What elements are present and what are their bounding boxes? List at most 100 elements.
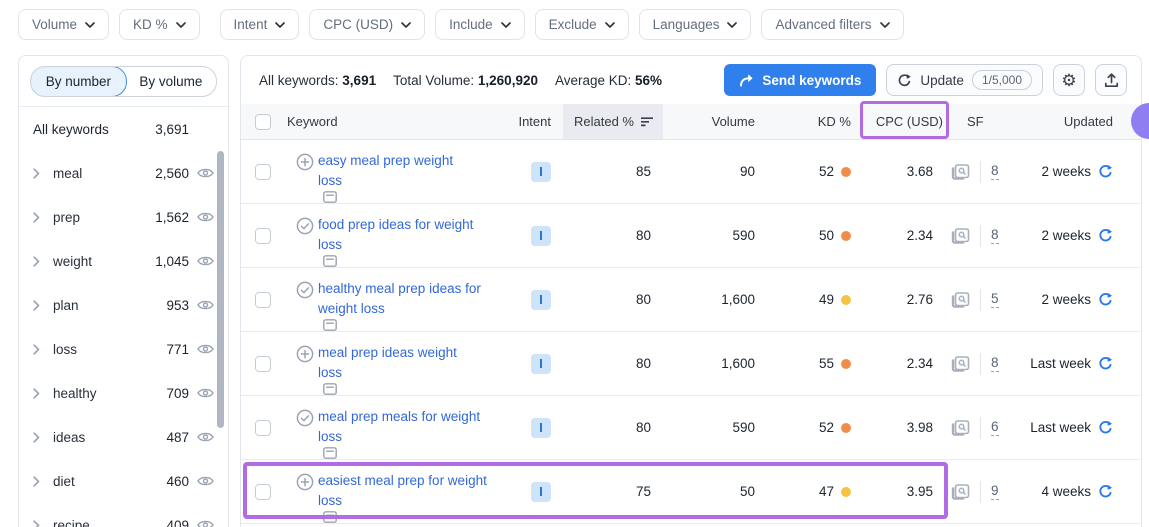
row-checkbox[interactable] [255,484,271,500]
stat-all-keywords: All keywords: 3,691 [259,73,376,88]
sidebar-group-plan[interactable]: plan953 [19,283,228,327]
header-sf[interactable]: SF [967,114,984,129]
chevron-down-icon [275,22,285,28]
row-checkbox[interactable] [255,164,271,180]
sidebar-group-weight[interactable]: weight1,045 [19,239,228,283]
serp-preview-icon[interactable] [951,163,970,180]
add-keyword-icon[interactable] [296,153,314,171]
header-keyword[interactable]: Keyword [287,114,338,129]
select-all-checkbox[interactable] [255,114,271,130]
header-kd[interactable]: KD % [818,114,851,129]
sf-count[interactable]: 8 [991,227,999,244]
send-keywords-button[interactable]: Send keywords [724,64,876,96]
filter-intent[interactable]: Intent [220,9,300,40]
sf-count[interactable]: 6 [991,419,999,436]
filter-bar: Volume KD % Intent CPC (USD) Include Exc… [18,9,904,40]
eye-icon[interactable] [197,519,214,527]
add-keyword-icon[interactable] [296,345,314,363]
related-percent-value: 75 [563,484,663,499]
intent-badge-informational[interactable]: I [531,418,551,438]
filter-exclude[interactable]: Exclude [535,9,629,40]
header-volume[interactable]: Volume [712,114,755,129]
header-intent[interactable]: Intent [518,114,551,129]
keyword-added-icon[interactable] [296,281,314,299]
serp-preview-icon[interactable] [951,227,970,244]
serp-preview-icon[interactable] [951,483,970,500]
sidebar-group-prep[interactable]: prep1,562 [19,195,228,239]
keyword-link[interactable]: food prep ideas for weight loss [318,215,473,267]
row-checkbox[interactable] [255,356,271,372]
refresh-keyword-icon[interactable] [1098,356,1113,371]
add-keyword-icon[interactable] [296,473,314,491]
keyword-link[interactable]: easy meal prep weight loss [318,151,453,203]
intent-badge-informational[interactable]: I [531,290,551,310]
sidebar-group-meal[interactable]: meal2,560 [19,151,228,195]
eye-icon[interactable] [197,387,214,399]
updated-value: Last week [1030,356,1091,371]
sf-count[interactable]: 9 [991,483,999,500]
row-checkbox[interactable] [255,420,271,436]
sidebar-scrollbar[interactable] [217,151,224,428]
keyword-link[interactable]: healthy meal prep ideas for weight loss [318,279,481,331]
refresh-keyword-icon[interactable] [1098,228,1113,243]
keyword-link[interactable]: meal prep meals for weight loss [318,407,480,459]
refresh-keyword-icon[interactable] [1098,484,1113,499]
header-related[interactable]: Related % [563,104,663,139]
eye-icon[interactable] [197,299,214,311]
filter-advanced[interactable]: Advanced filters [761,9,903,40]
serp-preview-icon[interactable] [951,291,970,308]
filter-languages[interactable]: Languages [639,9,752,40]
eye-icon[interactable] [197,167,214,179]
tab-by-volume[interactable]: By volume [126,67,216,96]
eye-icon[interactable] [197,431,214,443]
updated-value: 2 weeks [1041,292,1091,307]
filter-kd[interactable]: KD % [119,9,200,40]
sidebar-item-all-keywords[interactable]: All keywords 3,691 [19,107,228,151]
intent-badge-informational[interactable]: I [531,162,551,182]
intent-badge-informational[interactable]: I [531,482,551,502]
eye-icon[interactable] [197,211,214,223]
settings-button[interactable]: ⚙ [1053,64,1085,96]
update-button[interactable]: Update 1/5,000 [886,64,1043,96]
sidebar-group-diet[interactable]: diet460 [19,459,228,503]
sf-count[interactable]: 5 [991,291,999,308]
header-updated[interactable]: Updated [1064,114,1113,129]
refresh-keyword-icon[interactable] [1098,420,1113,435]
filter-include[interactable]: Include [435,9,525,40]
filter-cpc-label: CPC (USD) [323,17,393,32]
keyword-added-icon[interactable] [296,217,314,235]
sf-count[interactable]: 8 [991,355,999,372]
keyword-link[interactable]: easiest meal prep for weight loss [318,471,487,523]
group-count: 409 [166,518,189,527]
intent-badge-informational[interactable]: I [531,226,551,246]
refresh-keyword-icon[interactable] [1098,164,1113,179]
refresh-keyword-icon[interactable] [1098,292,1113,307]
row-checkbox[interactable] [255,292,271,308]
column-divider [980,289,981,311]
chevron-down-icon [727,22,737,28]
group-label: loss [53,342,77,357]
sidebar-group-recipe[interactable]: recipe409 [19,503,228,527]
row-checkbox[interactable] [255,228,271,244]
tab-by-number[interactable]: By number [30,66,127,97]
sidebar-group-ideas[interactable]: ideas487 [19,415,228,459]
sidebar-group-healthy[interactable]: healthy709 [19,371,228,415]
stat-total-volume: Total Volume: 1,260,920 [393,73,538,88]
sf-count[interactable]: 8 [991,163,999,180]
intent-badge-informational[interactable]: I [531,354,551,374]
eye-icon[interactable] [197,343,214,355]
eye-icon[interactable] [197,255,214,267]
export-button[interactable] [1095,64,1127,96]
header-cpc[interactable]: CPC (USD) [876,114,943,129]
serp-preview-icon[interactable] [951,355,970,372]
filter-volume[interactable]: Volume [18,9,109,40]
sidebar-group-loss[interactable]: loss771 [19,327,228,371]
eye-icon[interactable] [197,475,214,487]
table-row: healthy meal prep ideas for weight loss … [241,268,1141,332]
serp-preview-icon[interactable] [951,419,970,436]
keyword-link[interactable]: meal prep ideas weight loss [318,343,457,395]
kd-value: 49 [763,292,851,307]
filter-include-label: Include [449,17,493,32]
keyword-added-icon[interactable] [296,409,314,427]
filter-cpc[interactable]: CPC (USD) [309,9,425,40]
